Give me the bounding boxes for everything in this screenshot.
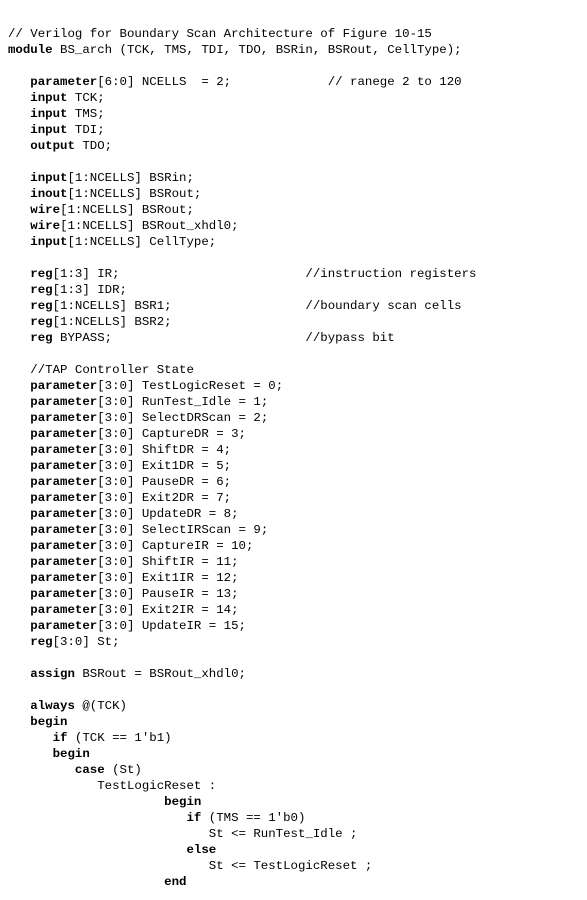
keyword-if: if — [8, 731, 68, 745]
keyword-reg: reg — [8, 315, 53, 329]
keyword-assign: assign — [8, 667, 75, 681]
code-text: (TCK == 1'b1) — [68, 731, 172, 745]
keyword-wire: wire — [8, 219, 60, 233]
keyword-always: always — [8, 699, 75, 713]
code-text: [1:3] IDR; — [53, 283, 127, 297]
keyword-reg: reg — [8, 267, 53, 281]
keyword-parameter: parameter — [8, 619, 97, 633]
keyword-begin: begin — [8, 795, 201, 809]
code-text: St <= RunTest_Idle ; — [8, 827, 357, 841]
code-text: [3:0] UpdateIR = 15; — [97, 619, 246, 633]
keyword-parameter: parameter — [8, 523, 97, 537]
keyword-end: end — [8, 875, 186, 889]
code-text: [3:0] PauseDR = 6; — [97, 475, 231, 489]
keyword-parameter: parameter — [8, 379, 97, 393]
code-text: BYPASS; //bypass bit — [53, 331, 395, 345]
keyword-input: input — [8, 171, 68, 185]
code-text: [3:0] Exit1DR = 5; — [97, 459, 231, 473]
code-text: (St) — [105, 763, 142, 777]
keyword-parameter: parameter — [8, 603, 97, 617]
code-text: St <= TestLogicReset ; — [8, 859, 372, 873]
code-text: [3:0] CaptureIR = 10; — [97, 539, 253, 553]
code-text: [6:0] NCELLS = 2; // ranege 2 to 120 — [97, 75, 461, 89]
code-text: [1:NCELLS] CellType; — [68, 235, 217, 249]
code-text: TDO; — [75, 139, 112, 153]
keyword-parameter: parameter — [8, 443, 97, 457]
keyword-else: else — [8, 843, 216, 857]
comment-line: //TAP Controller State — [8, 363, 194, 377]
keyword-inout: inout — [8, 187, 68, 201]
keyword-reg: reg — [8, 283, 53, 297]
code-listing: // Verilog for Boundary Scan Architectur… — [0, 0, 587, 900]
code-text: [3:0] Exit2IR = 14; — [97, 603, 238, 617]
code-text: [3:0] RunTest_Idle = 1; — [97, 395, 268, 409]
code-text: @(TCK) — [75, 699, 127, 713]
code-text: TMS; — [68, 107, 105, 121]
keyword-parameter: parameter — [8, 75, 97, 89]
keyword-if: if — [8, 811, 201, 825]
keyword-parameter: parameter — [8, 475, 97, 489]
keyword-module: module — [8, 43, 53, 57]
keyword-parameter: parameter — [8, 555, 97, 569]
code-text: [3:0] CaptureDR = 3; — [97, 427, 246, 441]
keyword-parameter: parameter — [8, 427, 97, 441]
keyword-parameter: parameter — [8, 539, 97, 553]
code-text: TCK; — [68, 91, 105, 105]
keyword-input: input — [8, 91, 68, 105]
code-text: [3:0] SelectIRScan = 9; — [97, 523, 268, 537]
code-text: [1:NCELLS] BSR1; //boundary scan cells — [53, 299, 462, 313]
code-text: [1:NCELLS] BSRin; — [68, 171, 194, 185]
code-text: [1:NCELLS] BSRout; — [68, 187, 202, 201]
code-line: // Verilog for Boundary Scan Architectur… — [8, 27, 432, 41]
keyword-input: input — [8, 235, 68, 249]
code-text: BS_arch (TCK, TMS, TDI, TDO, BSRin, BSRo… — [53, 43, 462, 57]
keyword-parameter: parameter — [8, 459, 97, 473]
code-text: [1:NCELLS] BSR2; — [53, 315, 172, 329]
keyword-reg: reg — [8, 299, 53, 313]
code-text: [3:0] Exit1IR = 12; — [97, 571, 238, 585]
keyword-parameter: parameter — [8, 395, 97, 409]
keyword-parameter: parameter — [8, 571, 97, 585]
keyword-input: input — [8, 107, 68, 121]
code-text: TDI; — [68, 123, 105, 137]
code-text: [3:0] PauseIR = 13; — [97, 587, 238, 601]
code-text: BSRout = BSRout_xhdl0; — [75, 667, 246, 681]
code-text: (TMS == 1'b0) — [201, 811, 305, 825]
code-text: [3:0] UpdateDR = 8; — [97, 507, 238, 521]
keyword-reg: reg — [8, 635, 53, 649]
code-text: [1:NCELLS] BSRout; — [60, 203, 194, 217]
keyword-reg: reg — [8, 331, 53, 345]
code-text: [3:0] ShiftIR = 11; — [97, 555, 238, 569]
code-text: [3:0] ShiftDR = 4; — [97, 443, 231, 457]
code-text: [1:NCELLS] BSRout_xhdl0; — [60, 219, 238, 233]
keyword-input: input — [8, 123, 68, 137]
code-text: [1:3] IR; //instruction registers — [53, 267, 477, 281]
keyword-parameter: parameter — [8, 491, 97, 505]
code-text: TestLogicReset : — [8, 779, 216, 793]
code-text: [3:0] TestLogicReset = 0; — [97, 379, 283, 393]
keyword-output: output — [8, 139, 75, 153]
keyword-wire: wire — [8, 203, 60, 217]
keyword-parameter: parameter — [8, 411, 97, 425]
keyword-begin: begin — [8, 715, 68, 729]
keyword-parameter: parameter — [8, 587, 97, 601]
code-text: [3:0] St; — [53, 635, 120, 649]
keyword-case: case — [8, 763, 105, 777]
keyword-begin: begin — [8, 747, 90, 761]
code-text: [3:0] Exit2DR = 7; — [97, 491, 231, 505]
code-text: [3:0] SelectDRScan = 2; — [97, 411, 268, 425]
keyword-parameter: parameter — [8, 507, 97, 521]
